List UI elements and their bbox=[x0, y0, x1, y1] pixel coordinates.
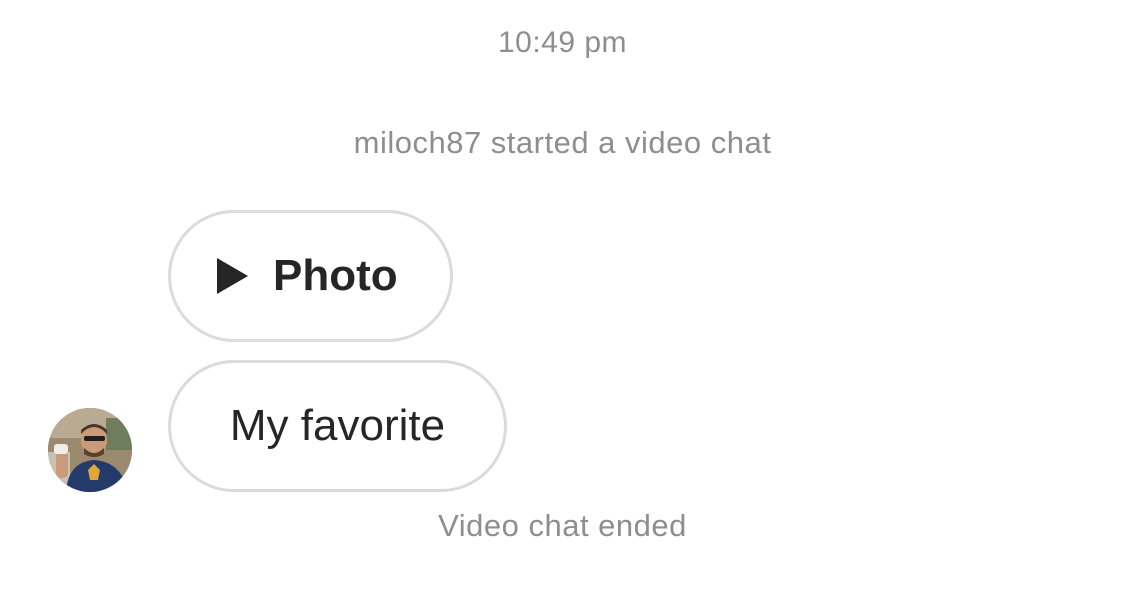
text-message-bubble[interactable]: My favorite bbox=[168, 360, 507, 492]
text-message-label: My favorite bbox=[229, 401, 446, 450]
message-timestamp: 10:49 pm bbox=[497, 26, 628, 59]
avatar-photo bbox=[48, 408, 132, 492]
video-chat-started-notice: miloch87 started a video chat bbox=[353, 125, 772, 160]
video-chat-ended-notice: Video chat ended bbox=[438, 508, 687, 543]
sender-avatar[interactable] bbox=[48, 408, 132, 492]
play-icon bbox=[217, 258, 248, 294]
photo-message-bubble[interactable]: Photo bbox=[168, 210, 453, 342]
photo-message-label: Photo bbox=[273, 251, 398, 300]
